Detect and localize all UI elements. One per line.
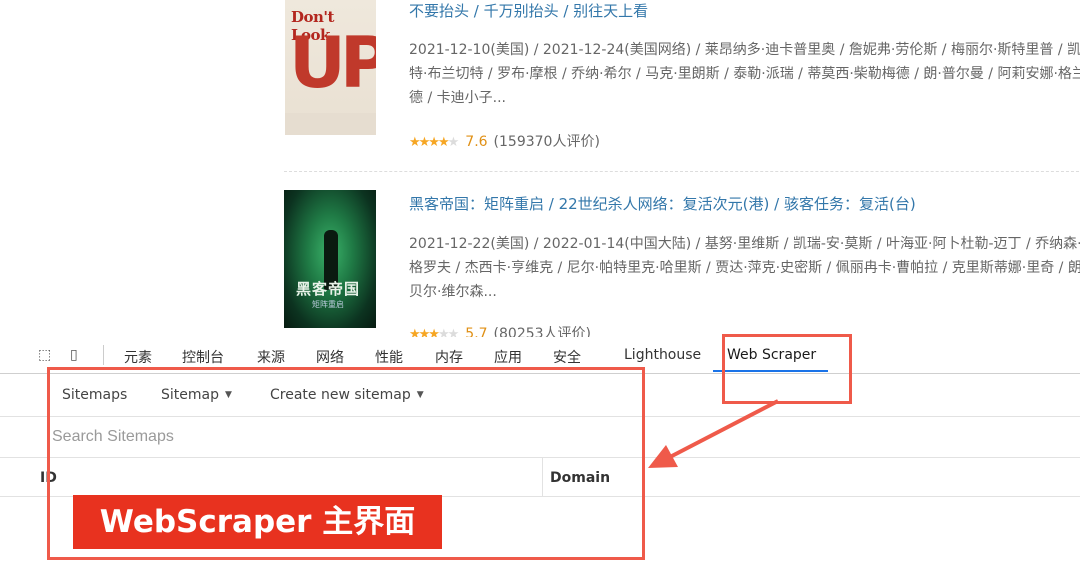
tab-performance[interactable]: 性能 — [375, 347, 403, 367]
movie-poster-matrix[interactable]: 黑客帝国 矩阵重启 — [284, 190, 376, 328]
poster-credits-strip — [285, 113, 376, 135]
inspect-element-icon[interactable]: ⬚ — [38, 347, 51, 363]
tab-memory[interactable]: 内存 — [435, 347, 463, 367]
movie-rating: ★★★★★ 7.6 (159370人评价) — [409, 131, 600, 151]
tab-application[interactable]: 应用 — [494, 347, 522, 367]
poster-title-big: UP — [289, 22, 376, 104]
tab-sources[interactable]: 来源 — [257, 347, 285, 367]
annotation-label: WebScraper 主界面 — [73, 495, 442, 549]
poster-title: 黑客帝国 矩阵重启 — [296, 280, 361, 309]
tab-lighthouse[interactable]: Lighthouse — [624, 347, 701, 363]
tab-console[interactable]: 控制台 — [182, 347, 224, 367]
arrow-icon — [648, 399, 779, 468]
list-divider — [284, 171, 1080, 172]
rating-count: (159370人评价) — [493, 134, 600, 150]
highlight-box-web-scraper-tab — [722, 334, 852, 404]
movie-description: 2021-12-22(美国) / 2022-01-14(中国大陆) / 基努·里… — [409, 236, 1080, 300]
movie-title-link[interactable]: 不要抬头 / 千万别抬头 / 别往天上看 — [409, 0, 648, 21]
movie-description: 2021-12-10(美国) / 2021-12-24(美国网络) / 莱昂纳多… — [409, 42, 1080, 106]
rating-stars: ★★★★★ — [409, 135, 459, 150]
movie-poster-dont-look-up[interactable]: Don't Look UP — [285, 0, 376, 135]
device-toolbar-icon[interactable]: ▯ — [70, 347, 78, 363]
tab-security[interactable]: 安全 — [553, 347, 581, 367]
toolbar-divider — [103, 345, 104, 365]
movie-title-link[interactable]: 黑客帝国：矩阵重启 / 22世纪杀人网络：复活次元(港) / 骇客任务：复活(台… — [409, 193, 916, 214]
tab-network[interactable]: 网络 — [316, 347, 344, 367]
rating-score: 7.6 — [465, 134, 488, 150]
tab-elements[interactable]: 元素 — [124, 347, 152, 367]
